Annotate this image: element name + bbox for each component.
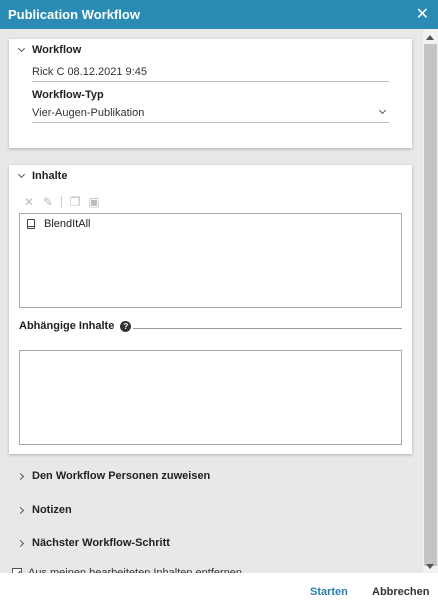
cancel-button[interactable]: Abbrechen	[372, 586, 429, 598]
chevron-right-icon	[16, 472, 25, 480]
scroll-down-icon[interactable]	[426, 564, 434, 569]
workflow-type-select[interactable]: Vier-Augen-Publikation	[32, 106, 389, 123]
edit-icon[interactable]: ✎	[42, 195, 54, 209]
chevron-right-icon	[16, 506, 25, 514]
title-bar: Publication Workflow ✕	[0, 0, 438, 29]
close-icon[interactable]: ✕	[416, 6, 429, 23]
dialog-footer: Starten Abbrechen	[0, 573, 438, 608]
workflow-type-label: Workflow-Typ	[32, 89, 104, 101]
content-toolbar: ✕ ✎ ❐ ▣	[23, 195, 100, 209]
chevron-down-icon	[378, 106, 387, 115]
workflow-panel-header[interactable]: Workflow	[17, 44, 82, 56]
workflow-panel-title: Workflow	[32, 44, 82, 56]
dependent-content-header: Abhängige Inhalte ?	[19, 320, 132, 332]
dependent-content-list[interactable]	[19, 350, 402, 445]
help-icon[interactable]: ?	[120, 320, 132, 332]
start-button[interactable]: Starten	[310, 586, 348, 598]
list-item-label: BlendItAll	[44, 218, 91, 230]
paste-icon[interactable]: ▣	[88, 195, 100, 209]
content-panel-title: Inhalte	[32, 170, 68, 182]
workflow-name-value: Rick C 08.12.2021 9:45	[32, 66, 147, 78]
section-next-step[interactable]: Nächster Workflow-Schritt	[16, 537, 170, 549]
list-item[interactable]: BlendItAll	[20, 214, 401, 230]
workflow-type-value: Vier-Augen-Publikation	[32, 107, 145, 119]
content-list[interactable]: BlendItAll	[19, 213, 402, 308]
copy-icon[interactable]: ❐	[69, 195, 81, 209]
window-title: Publication Workflow	[8, 7, 140, 22]
chevron-down-icon	[17, 170, 26, 179]
remove-icon[interactable]: ✕	[23, 195, 35, 209]
workflow-name-field[interactable]: Rick C 08.12.2021 9:45	[32, 66, 389, 82]
section-assign-persons[interactable]: Den Workflow Personen zuweisen	[16, 470, 211, 482]
section-label: Notizen	[32, 504, 72, 516]
workflow-panel: Workflow Rick C 08.12.2021 9:45 Workflow…	[9, 39, 412, 148]
chevron-right-icon	[16, 539, 25, 547]
section-label: Nächster Workflow-Schritt	[32, 537, 170, 549]
book-icon	[27, 219, 35, 229]
content-panel: Inhalte ✕ ✎ ❐ ▣ BlendItAll Abhängige Inh…	[9, 165, 412, 454]
section-notes[interactable]: Notizen	[16, 504, 72, 516]
toolbar-separator	[61, 196, 62, 208]
section-label: Den Workflow Personen zuweisen	[32, 470, 211, 482]
scroll-up-icon[interactable]	[426, 35, 434, 40]
content-panel-header[interactable]: Inhalte	[17, 170, 68, 182]
vertical-scrollbar[interactable]	[423, 29, 438, 573]
dependent-content-label: Abhängige Inhalte	[19, 320, 115, 332]
scrollbar-thumb[interactable]	[424, 44, 437, 566]
chevron-down-icon	[17, 44, 26, 53]
dialog-content: Workflow Rick C 08.12.2021 9:45 Workflow…	[0, 29, 438, 573]
divider	[133, 328, 402, 329]
